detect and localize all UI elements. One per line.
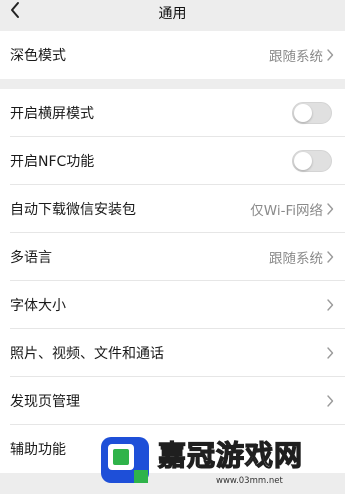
watermark-url: www.03mm.net <box>216 476 283 486</box>
nfc-row: 开启NFC功能 <box>0 137 345 185</box>
chevron-right-icon <box>325 48 335 62</box>
dark-mode-row[interactable]: 深色模式 跟随系统 <box>0 31 345 79</box>
chevron-right-icon <box>325 250 335 264</box>
accessibility-label: 辅助功能 <box>10 442 66 458</box>
language-value: 跟随系统 <box>269 251 323 267</box>
media-label: 照片、视频、文件和通话 <box>10 346 164 362</box>
language-row[interactable]: 多语言 跟随系统 <box>0 233 345 281</box>
font-size-label: 字体大小 <box>10 298 66 314</box>
settings-group-general: 开启横屏模式 开启NFC功能 自动下载微信安装包 仅Wi-Fi网络 多语言 跟随… <box>0 89 345 473</box>
auto-download-value: 仅Wi-Fi网络 <box>250 203 323 219</box>
toggle-knob <box>294 104 312 122</box>
settings-group-display: 深色模式 跟随系统 <box>0 31 345 79</box>
landscape-mode-label: 开启横屏模式 <box>10 106 94 122</box>
chevron-right-icon <box>325 346 335 360</box>
watermark-logo <box>101 437 149 483</box>
landscape-mode-row: 开启横屏模式 <box>0 89 345 137</box>
auto-download-row[interactable]: 自动下载微信安装包 仅Wi-Fi网络 <box>0 185 345 233</box>
language-label: 多语言 <box>10 250 52 266</box>
discover-label: 发现页管理 <box>10 394 80 410</box>
landscape-mode-toggle[interactable] <box>292 102 332 124</box>
media-row[interactable]: 照片、视频、文件和通话 <box>0 329 345 377</box>
auto-download-label: 自动下载微信安装包 <box>10 202 136 218</box>
discover-row[interactable]: 发现页管理 <box>0 377 345 425</box>
nfc-label: 开启NFC功能 <box>10 154 95 170</box>
page-title: 通用 <box>158 6 187 22</box>
chevron-right-icon <box>325 298 335 312</box>
dark-mode-value: 跟随系统 <box>269 49 323 65</box>
navigation-bar: 通用 <box>0 0 345 26</box>
dark-mode-label: 深色模式 <box>10 48 66 64</box>
chevron-right-icon <box>325 394 335 408</box>
watermark: 嘉冠游戏网 www.03mm.net <box>98 432 345 494</box>
nfc-toggle[interactable] <box>292 150 332 172</box>
font-size-row[interactable]: 字体大小 <box>0 281 345 329</box>
toggle-knob <box>294 152 312 170</box>
chevron-right-icon <box>325 202 335 216</box>
watermark-text: 嘉冠游戏网 <box>157 438 304 472</box>
